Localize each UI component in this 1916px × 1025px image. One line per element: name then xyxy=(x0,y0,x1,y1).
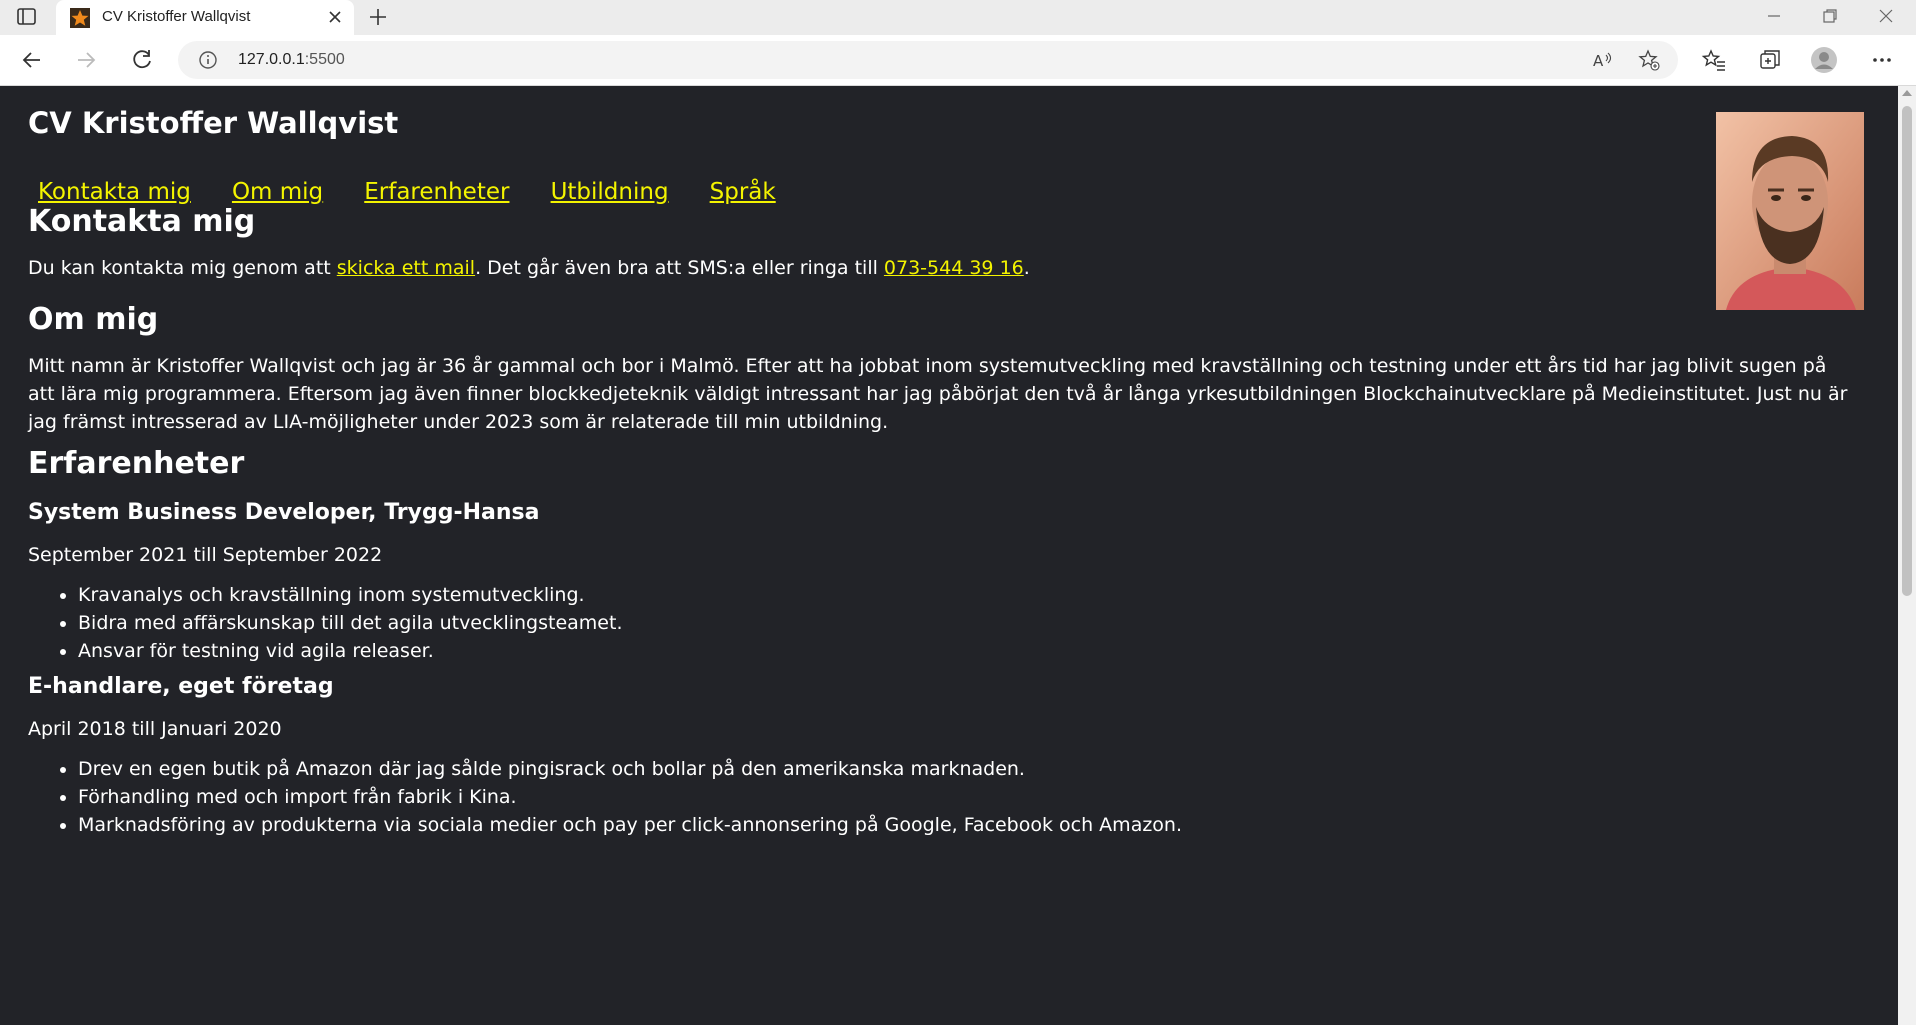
browser-toolbar: 127.0.0.1:5500 A xyxy=(0,35,1916,86)
close-tab-icon[interactable] xyxy=(326,8,344,26)
phone-link[interactable]: 073-544 39 16 xyxy=(884,257,1024,279)
vertical-scrollbar[interactable] xyxy=(1898,86,1916,1025)
nav-link-om-mig[interactable]: Om mig xyxy=(232,179,323,205)
browser-chrome: CV Kristoffer Wallqvist 127.0.0.1:5500 A xyxy=(0,0,1916,86)
favicon-star-icon xyxy=(70,8,90,28)
nav-link-kontakta[interactable]: Kontakta mig xyxy=(38,179,191,205)
address-bar[interactable]: 127.0.0.1:5500 A xyxy=(178,41,1678,79)
nav-link-utbildning[interactable]: Utbildning xyxy=(551,179,669,205)
more-options-icon[interactable] xyxy=(1868,46,1896,74)
profile-avatar-icon[interactable] xyxy=(1810,46,1838,74)
section-heading-experience: Erfarenheter xyxy=(28,446,245,481)
url-host: 127.0.0.1 xyxy=(238,51,305,68)
job-duties-list: Kravanalys och kravställning inom system… xyxy=(28,581,622,665)
contact-paragraph: Du kan kontakta mig genom att skicka ett… xyxy=(28,254,1030,282)
read-aloud-icon[interactable]: A xyxy=(1592,49,1614,71)
contact-text-before: Du kan kontakta mig genom att xyxy=(28,257,337,279)
mail-link[interactable]: skicka ett mail xyxy=(337,257,475,279)
page-title: CV Kristoffer Wallqvist xyxy=(28,106,399,140)
contact-text-after: . xyxy=(1023,257,1030,279)
tab-actions-icon[interactable] xyxy=(14,6,40,28)
page-viewport: CV Kristoffer Wallqvist Kontakta mig Om … xyxy=(0,86,1898,1025)
section-heading-about: Om mig xyxy=(28,302,159,337)
new-tab-icon[interactable] xyxy=(366,5,390,29)
url-port: :5500 xyxy=(304,51,345,68)
job-duties-list: Drev en egen butik på Amazon där jag sål… xyxy=(28,755,1182,839)
job-period: April 2018 till Januari 2020 xyxy=(28,718,282,740)
list-item: Bidra med affärskunskap till det agila u… xyxy=(78,609,622,637)
list-item: Marknadsföring av produkterna via social… xyxy=(78,811,1182,839)
nav-link-erfarenheter[interactable]: Erfarenheter xyxy=(364,179,509,205)
section-heading-contact: Kontakta mig xyxy=(28,204,256,239)
tab-bar: CV Kristoffer Wallqvist xyxy=(0,0,1916,35)
add-favorite-star-icon[interactable] xyxy=(1638,49,1660,71)
favorites-icon[interactable] xyxy=(1700,46,1728,74)
url-text: 127.0.0.1:5500 xyxy=(238,51,345,69)
minimize-icon[interactable] xyxy=(1764,6,1784,26)
job-title: E-handlare, eget företag xyxy=(28,674,334,699)
collections-icon[interactable] xyxy=(1756,46,1784,74)
profile-photo xyxy=(1716,112,1864,310)
nav-link-sprak[interactable]: Språk xyxy=(710,179,776,205)
restore-icon[interactable] xyxy=(1820,6,1840,26)
refresh-icon[interactable] xyxy=(128,46,156,74)
main-nav: Kontakta mig Om mig Erfarenheter Utbildn… xyxy=(38,179,812,205)
forward-arrow-icon[interactable] xyxy=(72,46,100,74)
browser-tab[interactable]: CV Kristoffer Wallqvist xyxy=(56,0,354,35)
list-item: Drev en egen butik på Amazon där jag sål… xyxy=(78,755,1182,783)
job-period: September 2021 till September 2022 xyxy=(28,544,383,566)
list-item: Förhandling med och import från fabrik i… xyxy=(78,783,1182,811)
about-paragraph: Mitt namn är Kristoffer Wallqvist och ja… xyxy=(28,355,1848,433)
job-title: System Business Developer, Trygg-Hansa xyxy=(28,500,540,525)
scroll-up-arrow-icon[interactable] xyxy=(1902,90,1912,96)
scrollbar-thumb[interactable] xyxy=(1902,106,1912,596)
site-info-icon[interactable] xyxy=(198,50,218,70)
tab-title: CV Kristoffer Wallqvist xyxy=(102,8,251,25)
list-item: Kravanalys och kravställning inom system… xyxy=(78,581,622,609)
list-item: Ansvar för testning vid agila releaser. xyxy=(78,637,622,665)
contact-text-middle: . Det går även bra att SMS:a eller ringa… xyxy=(475,257,884,279)
svg-text:A: A xyxy=(1593,52,1604,70)
back-arrow-icon[interactable] xyxy=(18,46,46,74)
close-window-icon[interactable] xyxy=(1876,6,1896,26)
